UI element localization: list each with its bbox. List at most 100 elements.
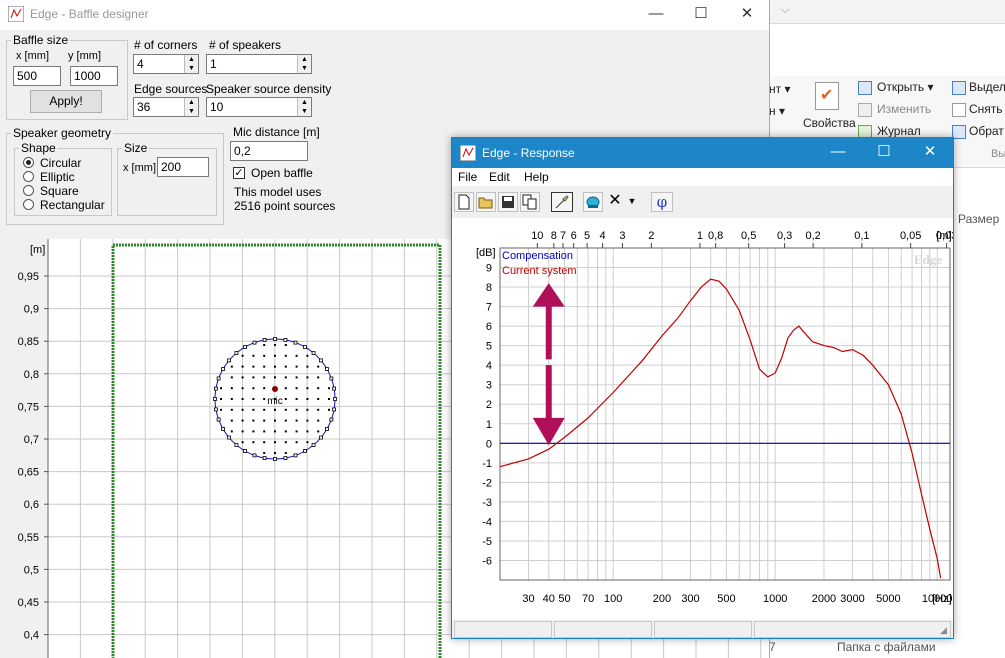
copy-icon[interactable] xyxy=(520,192,540,212)
ribbon-select-none-button[interactable]: Снять xyxy=(969,102,1003,116)
spin-arrows-icon[interactable]: ▲ ▼ xyxy=(184,55,198,73)
open-icon[interactable] xyxy=(476,192,496,212)
edge-source xyxy=(262,338,267,342)
speakers-stepper[interactable]: 1 ▲ ▼ xyxy=(206,54,312,74)
ribbon-open-button[interactable]: Открыть ▾ xyxy=(877,80,933,94)
response-chart[interactable]: 9876543210-1-2-3-4-5-6[dB]30 40 50 70 100 200… xyxy=(452,218,953,620)
x-tick-label: 1000 xyxy=(763,593,787,605)
dropdown-icon[interactable]: ▼ xyxy=(625,192,639,212)
edge-source xyxy=(311,443,316,447)
top-tick-label: 0,1 xyxy=(854,230,869,242)
edge-source xyxy=(262,456,267,460)
open-baffle-label[interactable]: Open baffle xyxy=(251,166,313,180)
x-tick-label: 100 xyxy=(604,593,622,605)
point-source xyxy=(241,398,244,400)
maximize-icon[interactable]: ☐ xyxy=(678,0,724,30)
size-x-input[interactable]: 200 xyxy=(157,157,209,177)
minimize-icon[interactable]: — xyxy=(815,138,861,168)
edge-source xyxy=(234,443,239,447)
new-icon[interactable] xyxy=(454,192,474,212)
point-source xyxy=(317,419,320,422)
ribbon-select-all-button[interactable]: Выдели xyxy=(969,80,1005,94)
open-baffle-checkbox[interactable]: ✓ xyxy=(233,167,245,179)
point-source xyxy=(263,452,266,454)
close-icon[interactable]: ✕ xyxy=(724,0,770,30)
radio-square[interactable] xyxy=(23,185,34,196)
radio-square-label[interactable]: Square xyxy=(40,184,79,198)
mic-distance-label: Mic distance [m] xyxy=(233,125,320,139)
ribbon-invert-selection-button[interactable]: Обрат xyxy=(969,124,1004,138)
top-tick-label: 2 xyxy=(648,230,654,242)
edge-source xyxy=(293,340,298,345)
radio-rectangular[interactable] xyxy=(23,199,34,210)
ribbon-history-button[interactable]: Журнал xyxy=(877,124,921,138)
baffle-y-input[interactable]: 1000 xyxy=(70,66,118,86)
y-tick-label: 5 xyxy=(486,341,492,353)
radio-elliptic-label[interactable]: Elliptic xyxy=(40,170,75,184)
baffle-x-input[interactable]: 500 xyxy=(13,66,61,86)
apply-button[interactable]: Apply! xyxy=(30,90,102,113)
radio-rectangular-label[interactable]: Rectangular xyxy=(40,198,105,212)
y-tick-label: 0,75 xyxy=(18,401,39,413)
point-source xyxy=(241,376,244,379)
menu-help[interactable]: Help xyxy=(524,170,549,184)
radio-elliptic[interactable] xyxy=(23,171,34,182)
point-source xyxy=(317,398,320,400)
window-title: Edge - Baffle designer xyxy=(30,7,149,21)
point-source xyxy=(230,398,233,400)
phi-icon[interactable]: φ xyxy=(651,192,673,212)
file-type-cell: Папка с файлами xyxy=(837,640,936,654)
point-source xyxy=(306,387,309,390)
save-icon[interactable] xyxy=(498,192,518,212)
chevron-down-icon[interactable]: ⌵ xyxy=(781,4,789,17)
point-source xyxy=(328,408,330,411)
ribbon-item-new[interactable]: нт ▾ xyxy=(769,82,790,96)
y-axis-unit: [m] xyxy=(30,244,45,256)
speaker-geometry-label: Speaker geometry xyxy=(11,126,114,140)
delete-icon[interactable]: ✕ xyxy=(605,192,625,212)
ribbon-properties-button[interactable]: Свойства xyxy=(803,116,856,130)
minimize-icon[interactable]: — xyxy=(633,0,679,30)
edge-source xyxy=(221,367,225,371)
point-source xyxy=(295,376,298,379)
close-icon[interactable]: ✕ xyxy=(907,138,953,168)
size-label: Size xyxy=(122,141,150,155)
edge-sources-stepper[interactable]: 36 ▲ ▼ xyxy=(133,97,199,117)
radio-circular-label[interactable]: Circular xyxy=(40,156,81,170)
y-tick-label: -6 xyxy=(482,555,492,567)
point-source xyxy=(284,419,287,422)
corners-stepper[interactable]: 4 ▲ ▼ xyxy=(133,54,199,74)
corners-value: 4 xyxy=(137,57,144,71)
edge-source xyxy=(216,417,221,422)
point-source xyxy=(241,387,244,390)
spin-arrows-icon[interactable]: ▲ ▼ xyxy=(184,98,198,116)
menu-file[interactable]: File xyxy=(458,170,477,184)
mic-distance-input[interactable]: 0,2 xyxy=(230,141,308,161)
menu-edit[interactable]: Edit xyxy=(489,170,510,184)
point-source xyxy=(274,419,276,422)
maximize-icon[interactable]: ☐ xyxy=(861,138,907,168)
point-source xyxy=(317,430,320,433)
speaker-density-stepper[interactable]: 10 ▲ ▼ xyxy=(206,97,312,117)
x-tick-label: 50 xyxy=(558,593,570,605)
ribbon-item-access[interactable]: н ▾ xyxy=(769,104,785,118)
pen-icon[interactable] xyxy=(551,192,573,212)
y-tick-label: 0,5 xyxy=(24,564,39,576)
point-source xyxy=(263,365,266,368)
top-tick-label: 0,2 xyxy=(805,230,820,242)
resize-grip-icon[interactable]: ◢ xyxy=(940,625,947,636)
point-source xyxy=(295,430,298,433)
point-source xyxy=(252,376,255,379)
point-source xyxy=(230,408,233,411)
radio-circular[interactable] xyxy=(23,157,34,168)
speaker-icon[interactable] xyxy=(583,192,603,212)
x-tick-label: 500 xyxy=(717,593,735,605)
column-header-size[interactable]: Размер xyxy=(958,212,999,226)
edge-sources-value: 36 xyxy=(137,100,151,114)
spin-arrows-icon[interactable]: ▲ ▼ xyxy=(297,98,311,116)
y-tick-label: 7 xyxy=(486,302,492,314)
point-source xyxy=(252,441,255,444)
edge-source xyxy=(293,453,298,458)
spin-arrows-icon[interactable]: ▲ ▼ xyxy=(297,55,311,73)
ribbon-edit-button[interactable]: Изменить xyxy=(877,102,931,116)
